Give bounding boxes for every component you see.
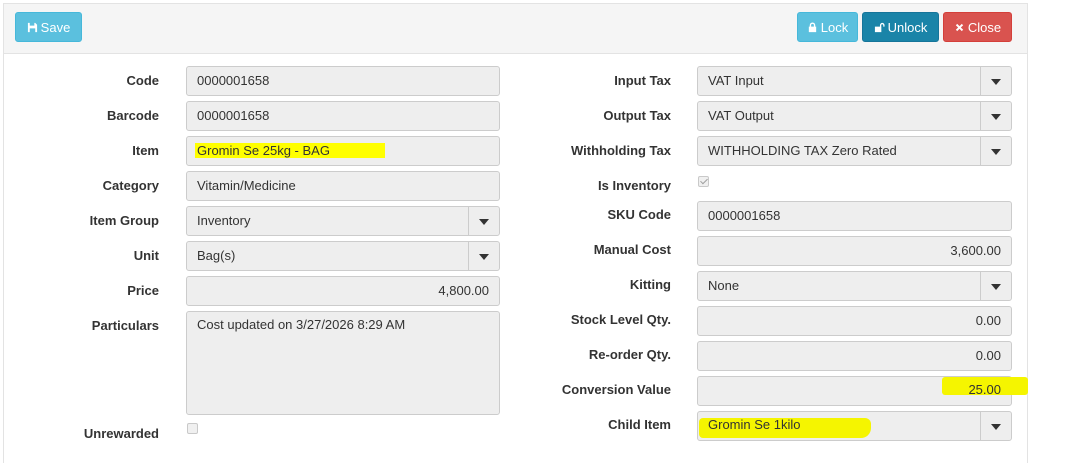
item-label: Item xyxy=(132,143,159,158)
unlock-button[interactable]: Unlock xyxy=(862,12,939,42)
lock-label: Lock xyxy=(820,20,849,35)
sku-code-label: SKU Code xyxy=(607,207,671,222)
close-label: Close xyxy=(967,20,1002,35)
reorder-qty-field[interactable]: 0.00 xyxy=(697,341,1012,371)
child-item-value: Gromin Se 1kilo xyxy=(708,417,801,432)
chevron-down-icon[interactable] xyxy=(468,207,499,235)
unit-select[interactable]: Bag(s) xyxy=(186,241,500,271)
chevron-down-icon[interactable] xyxy=(980,137,1011,165)
is-inventory-label: Is Inventory xyxy=(598,178,671,193)
save-button[interactable]: Save xyxy=(15,12,82,42)
unit-value: Bag(s) xyxy=(197,248,236,263)
child-item-label: Child Item xyxy=(608,417,671,432)
chevron-down-icon[interactable] xyxy=(468,242,499,270)
manual-cost-field[interactable]: 3,600.00 xyxy=(697,236,1012,266)
is-inventory-checkbox[interactable] xyxy=(698,176,709,187)
stock-level-qty-label: Stock Level Qty. xyxy=(570,312,671,327)
particulars-label: Particulars xyxy=(91,318,159,333)
output-tax-label: Output Tax xyxy=(603,108,671,123)
reorder-qty-label: Re-order Qty. xyxy=(588,347,671,362)
chevron-down-icon[interactable] xyxy=(980,67,1011,95)
stock-level-qty-field[interactable]: 0.00 xyxy=(697,306,1012,336)
chevron-down-icon[interactable] xyxy=(980,102,1011,130)
price-label: Price xyxy=(127,283,159,298)
barcode-field[interactable]: 0000001658 xyxy=(186,101,500,131)
withholding-tax-label: Withholding Tax xyxy=(570,143,671,158)
lock-icon xyxy=(808,22,816,33)
input-tax-value: VAT Input xyxy=(708,73,764,88)
category-field[interactable]: Vitamin/Medicine xyxy=(186,171,500,201)
category-label: Category xyxy=(102,178,159,193)
close-button[interactable]: Close xyxy=(943,12,1012,42)
conversion-value-label: Conversion Value xyxy=(561,382,671,397)
input-tax-select[interactable]: VAT Input xyxy=(697,66,1012,96)
particulars-textarea[interactable]: Cost updated on 3/27/2026 8:29 AM xyxy=(186,311,500,415)
kitting-label: Kitting xyxy=(629,277,671,292)
floppy-disk-icon xyxy=(27,22,37,33)
unlock-label: Unlock xyxy=(887,20,928,35)
chevron-down-icon[interactable] xyxy=(980,272,1011,300)
item-highlight: Gromin Se 25kg - BAG xyxy=(195,143,385,158)
item-group-label: Item Group xyxy=(89,213,159,228)
manual-cost-label: Manual Cost xyxy=(593,242,671,257)
output-tax-value: VAT Output xyxy=(708,108,774,123)
withholding-tax-value: WITHHOLDING TAX Zero Rated xyxy=(708,143,897,158)
chevron-down-icon[interactable] xyxy=(980,412,1011,440)
kitting-value: None xyxy=(708,278,740,293)
unit-label: Unit xyxy=(133,248,159,263)
close-icon xyxy=(955,23,964,32)
item-group-value: Inventory xyxy=(197,213,251,228)
withholding-tax-select[interactable]: WITHHOLDING TAX Zero Rated xyxy=(697,136,1012,166)
save-label: Save xyxy=(40,20,71,35)
conversion-value-text: 25.00 xyxy=(968,382,1001,397)
input-tax-label: Input Tax xyxy=(614,73,671,88)
kitting-select[interactable]: None xyxy=(697,271,1012,301)
sku-code-field[interactable]: 0000001658 xyxy=(697,201,1012,231)
code-field[interactable]: 0000001658 xyxy=(186,66,500,96)
price-field[interactable]: 4,800.00 xyxy=(186,276,500,306)
code-label: Code xyxy=(126,73,160,88)
item-group-select[interactable]: Inventory xyxy=(186,206,500,236)
toolbar: Save Lock Unlock Close xyxy=(4,4,1027,54)
item-field[interactable]: Gromin Se 25kg - BAG xyxy=(186,136,500,166)
unrewarded-checkbox[interactable] xyxy=(187,423,198,434)
output-tax-select[interactable]: VAT Output xyxy=(697,101,1012,131)
unrewarded-label: Unrewarded xyxy=(83,426,159,441)
unlock-icon xyxy=(874,22,885,33)
lock-button[interactable]: Lock xyxy=(797,12,858,42)
barcode-label: Barcode xyxy=(106,108,159,123)
